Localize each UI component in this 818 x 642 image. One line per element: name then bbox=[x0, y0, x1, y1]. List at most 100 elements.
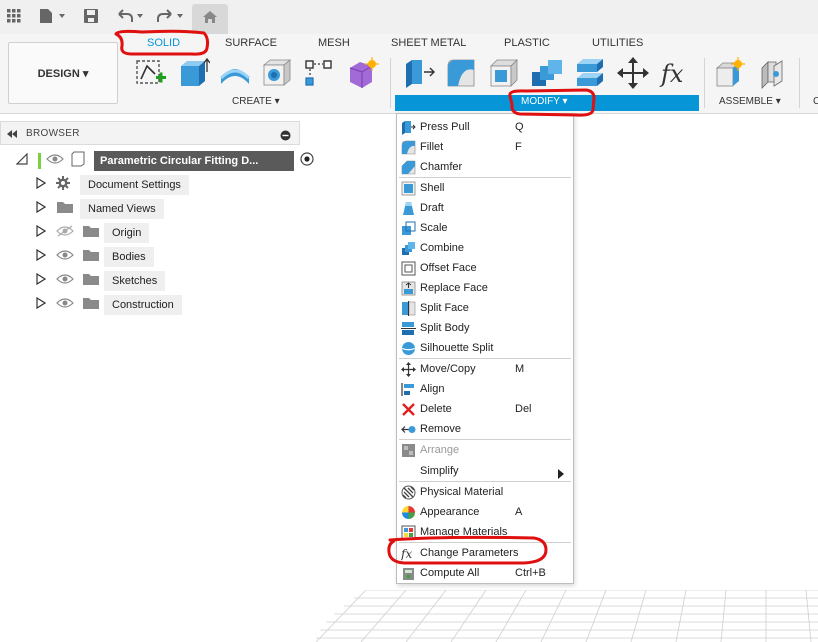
browser-item-bodies[interactable]: Bodies bbox=[36, 247, 154, 267]
visibility-hidden-icon[interactable] bbox=[56, 224, 82, 242]
menu-item-manage-materials[interactable]: Manage Materials bbox=[397, 522, 573, 542]
save-icon[interactable] bbox=[82, 5, 100, 27]
menu-item-label: Align bbox=[420, 383, 445, 395]
combine-tool-icon[interactable] bbox=[530, 56, 564, 90]
revolve-icon[interactable] bbox=[218, 56, 252, 90]
create-sketch-icon[interactable] bbox=[134, 56, 168, 90]
visibility-eye-icon[interactable] bbox=[46, 152, 66, 170]
menu-item-label: Remove bbox=[420, 423, 461, 435]
active-indicator bbox=[38, 153, 41, 169]
modify-group-label[interactable]: MODIFY ▾ bbox=[521, 96, 568, 107]
create-group-label[interactable]: CREATE ▾ bbox=[232, 96, 280, 107]
new-component-icon[interactable] bbox=[713, 56, 747, 90]
menu-item-combine[interactable]: Combine bbox=[397, 238, 573, 258]
menu-item-label: Split Body bbox=[420, 322, 470, 334]
browser-header: BROWSER bbox=[0, 121, 300, 145]
parameters-fx-icon[interactable]: fx bbox=[659, 56, 693, 90]
tab-utilities[interactable]: UTILITIES bbox=[592, 37, 643, 49]
menu-item-label: Manage Materials bbox=[420, 526, 508, 538]
menu-item-shortcut: A bbox=[515, 506, 523, 518]
menu-item-chamfer[interactable]: Chamfer bbox=[397, 157, 573, 177]
browser-item-label: Named Views bbox=[80, 199, 164, 219]
menu-item-label: Move/Copy bbox=[420, 363, 476, 375]
menu-item-simplify[interactable]: Simplify bbox=[397, 461, 573, 481]
menu-item-label: Press Pull bbox=[420, 121, 470, 133]
undo-icon[interactable] bbox=[114, 5, 146, 27]
extrude-icon[interactable] bbox=[176, 56, 211, 90]
browser-item-label: Sketches bbox=[104, 271, 166, 291]
physical-material-icon bbox=[401, 485, 416, 500]
browser-root-row[interactable]: Parametric Circular Fitting D... bbox=[15, 151, 314, 171]
fillet-tool-icon[interactable] bbox=[444, 56, 478, 90]
joint-icon[interactable] bbox=[756, 56, 790, 90]
title-bar bbox=[0, 0, 818, 34]
tab-solid[interactable]: SOLID bbox=[147, 37, 180, 49]
tab-plastic[interactable]: PLASTIC bbox=[504, 37, 550, 49]
menu-item-physical-material[interactable]: Physical Material bbox=[397, 482, 573, 502]
menu-item-press-pull[interactable]: Press Pull Q bbox=[397, 117, 573, 137]
folder-icon bbox=[82, 296, 104, 315]
collapse-arrows-icon[interactable] bbox=[6, 127, 18, 145]
menu-item-compute-all[interactable]: Compute All Ctrl+B bbox=[397, 563, 573, 583]
redo-icon[interactable] bbox=[154, 5, 186, 27]
browser-item-document-settings[interactable]: Document Settings bbox=[36, 175, 189, 195]
menu-item-split-face[interactable]: Split Face bbox=[397, 298, 573, 318]
construct-group-label[interactable]: C bbox=[813, 96, 818, 107]
browser-item-label: Origin bbox=[104, 223, 150, 243]
tab-sheet-metal[interactable]: SHEET METAL bbox=[391, 37, 466, 49]
shell-tool-icon[interactable] bbox=[487, 56, 521, 90]
browser-item-construction[interactable]: Construction bbox=[36, 295, 182, 315]
expand-triangle-icon[interactable] bbox=[36, 248, 56, 266]
menu-item-fillet[interactable]: Fillet F bbox=[397, 137, 573, 157]
menu-item-shortcut: Ctrl+B bbox=[515, 567, 546, 579]
browser-item-named-views[interactable]: Named Views bbox=[36, 199, 164, 219]
tab-mesh[interactable]: MESH bbox=[318, 37, 350, 49]
menu-item-change-parameters[interactable]: fx Change Parameters bbox=[397, 543, 573, 563]
expand-triangle-icon[interactable] bbox=[36, 272, 56, 290]
expand-triangle-icon[interactable] bbox=[36, 200, 56, 218]
hole-icon[interactable] bbox=[260, 56, 294, 90]
move-icon bbox=[401, 362, 416, 377]
menu-item-remove[interactable]: Remove bbox=[397, 419, 573, 439]
menu-item-draft[interactable]: Draft bbox=[397, 198, 573, 218]
root-component-label[interactable]: Parametric Circular Fitting D... bbox=[94, 151, 294, 171]
activate-radio-icon[interactable] bbox=[300, 151, 314, 171]
browser-item-origin[interactable]: Origin bbox=[36, 223, 150, 243]
tab-surface[interactable]: SURFACE bbox=[225, 37, 277, 49]
visibility-eye-icon[interactable] bbox=[56, 296, 82, 314]
file-icon[interactable] bbox=[38, 5, 68, 27]
menu-item-appearance[interactable]: Appearance A bbox=[397, 502, 573, 522]
home-tab[interactable] bbox=[192, 4, 228, 34]
menu-item-offset-face[interactable]: Offset Face bbox=[397, 258, 573, 278]
menu-item-scale[interactable]: Scale bbox=[397, 218, 573, 238]
combine-icon bbox=[401, 241, 416, 256]
menu-item-shell[interactable]: Shell bbox=[397, 178, 573, 198]
collapse-triangle-icon[interactable] bbox=[15, 152, 30, 170]
minimize-icon[interactable] bbox=[280, 128, 291, 146]
pattern-icon[interactable] bbox=[302, 56, 336, 90]
menu-item-label: Shell bbox=[420, 182, 445, 194]
menu-item-delete[interactable]: Delete Del bbox=[397, 399, 573, 419]
browser-item-label: Construction bbox=[104, 295, 182, 315]
menu-item-split-body[interactable]: Split Body bbox=[397, 318, 573, 338]
viewport-grid[interactable] bbox=[315, 589, 818, 642]
assemble-group-label[interactable]: ASSEMBLE ▾ bbox=[719, 96, 781, 107]
menu-item-label: Split Face bbox=[420, 302, 469, 314]
press-pull-tool-icon[interactable] bbox=[402, 56, 436, 90]
menu-item-label: Offset Face bbox=[420, 262, 477, 274]
browser-item-sketches[interactable]: Sketches bbox=[36, 271, 166, 291]
expand-triangle-icon[interactable] bbox=[36, 296, 56, 314]
create-form-icon[interactable] bbox=[346, 56, 380, 90]
menu-item-align[interactable]: Align bbox=[397, 379, 573, 399]
split-body-tool-icon[interactable] bbox=[573, 56, 607, 90]
menu-item-replace-face[interactable]: Replace Face bbox=[397, 278, 573, 298]
visibility-eye-icon[interactable] bbox=[56, 248, 82, 266]
move-tool-icon[interactable] bbox=[616, 56, 650, 90]
menu-item-move-copy[interactable]: Move/Copy M bbox=[397, 359, 573, 379]
grid-icon[interactable] bbox=[6, 5, 22, 27]
expand-triangle-icon[interactable] bbox=[36, 224, 56, 242]
menu-item-silhouette-split[interactable]: Silhouette Split bbox=[397, 338, 573, 358]
expand-triangle-icon[interactable] bbox=[36, 176, 56, 194]
workspace-switcher[interactable]: DESIGN ▾ bbox=[8, 42, 118, 104]
visibility-eye-icon[interactable] bbox=[56, 272, 82, 290]
